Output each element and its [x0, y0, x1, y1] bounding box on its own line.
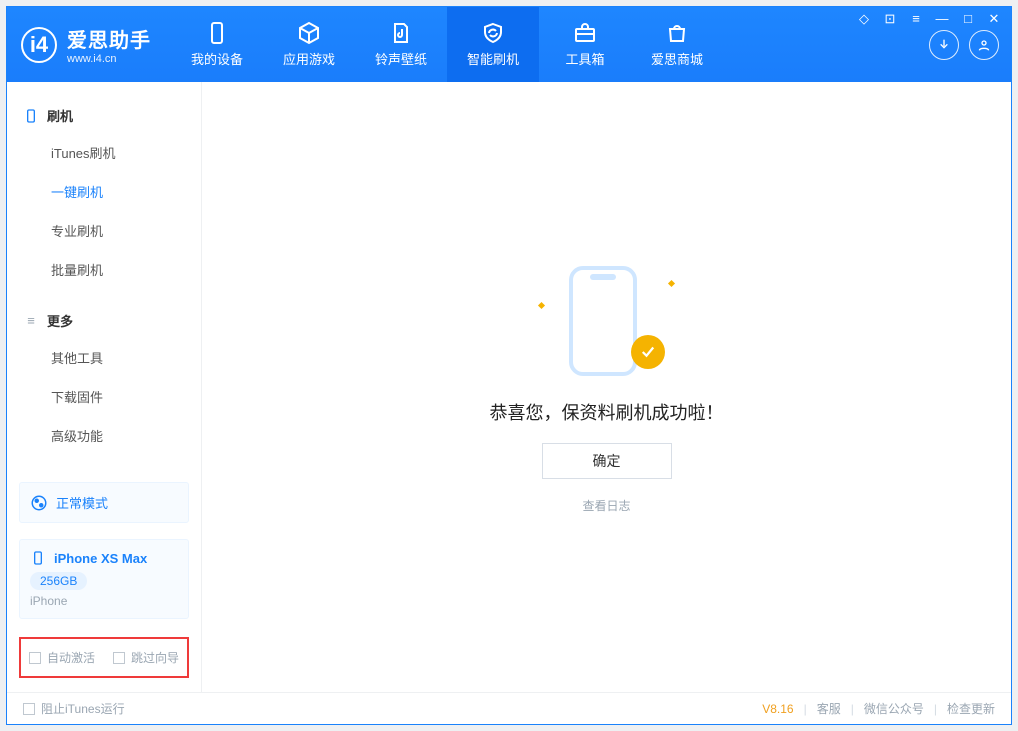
toolbox-icon — [573, 21, 597, 45]
checkbox-label: 自动激活 — [47, 649, 95, 666]
feedback-icon[interactable]: ⊡ — [881, 11, 899, 27]
sidebar-item-other-tools[interactable]: 其他工具 — [7, 338, 201, 377]
brand: i4 爱思助手 www.i4.cn — [7, 7, 171, 82]
minimize-button[interactable]: — — [933, 11, 951, 27]
bag-icon — [665, 21, 689, 45]
device-card[interactable]: iPhone XS Max 256GB iPhone — [19, 539, 189, 619]
section-label: 刷机 — [47, 106, 73, 125]
skin-icon[interactable]: ◇ — [855, 11, 873, 27]
sidebar-item-download-firmware[interactable]: 下载固件 — [7, 377, 201, 416]
device-name-label: iPhone XS Max — [54, 551, 147, 566]
nav-my-device[interactable]: 我的设备 — [171, 7, 263, 82]
close-button[interactable]: ✕ — [985, 11, 1003, 27]
device-storage-badge: 256GB — [30, 572, 87, 590]
check-badge-icon — [631, 335, 665, 369]
checkbox-icon — [29, 652, 41, 664]
nav-ringtone-wallpaper[interactable]: 铃声壁纸 — [355, 7, 447, 82]
nav-label: 我的设备 — [191, 49, 243, 68]
checkbox-label: 跳过向导 — [131, 649, 179, 666]
mode-label: 正常模式 — [56, 493, 108, 512]
checkbox-skip-guide[interactable]: 跳过向导 — [113, 649, 179, 666]
success-illustration — [547, 261, 667, 381]
mode-icon — [30, 494, 48, 512]
nav-store[interactable]: 爱思商城 — [631, 7, 723, 82]
sidebar-item-pro-flash[interactable]: 专业刷机 — [7, 211, 201, 250]
download-icon — [936, 37, 952, 53]
device-type-label: iPhone — [30, 594, 178, 608]
sidebar-section-flash: 刷机 — [7, 98, 201, 133]
flash-options-box: 自动激活 跳过向导 — [19, 637, 189, 678]
ok-button[interactable]: 确定 — [542, 443, 672, 479]
sidebar: 刷机 iTunes刷机 一键刷机 专业刷机 批量刷机 ≡ 更多 其他工具 下载固… — [7, 82, 202, 692]
sidebar-item-batch-flash[interactable]: 批量刷机 — [7, 250, 201, 289]
separator: | — [934, 702, 937, 716]
main-content: 恭喜您，保资料刷机成功啦！ 确定 查看日志 — [202, 82, 1011, 692]
version-label: V8.16 — [762, 702, 793, 716]
list-icon: ≡ — [23, 313, 39, 329]
device-icon — [23, 108, 39, 124]
top-nav: 我的设备 应用游戏 铃声壁纸 智能刷机 工具箱 爱思商城 — [171, 7, 723, 82]
checkbox-auto-activate[interactable]: 自动激活 — [29, 649, 95, 666]
checkbox-icon — [113, 652, 125, 664]
view-log-link[interactable]: 查看日志 — [582, 497, 630, 514]
section-label: 更多 — [47, 311, 73, 330]
success-message: 恭喜您，保资料刷机成功啦！ — [490, 399, 724, 425]
nav-label: 铃声壁纸 — [375, 49, 427, 68]
status-bar: 阻止iTunes运行 V8.16 | 客服 | 微信公众号 | 检查更新 — [7, 692, 1011, 724]
device-mode-card[interactable]: 正常模式 — [19, 482, 189, 523]
nav-label: 爱思商城 — [651, 49, 703, 68]
sidebar-section-more: ≡ 更多 — [7, 303, 201, 338]
nav-label: 应用游戏 — [283, 49, 335, 68]
phone-illustration-icon — [569, 266, 637, 376]
check-update-link[interactable]: 检查更新 — [947, 700, 995, 717]
music-file-icon — [389, 21, 413, 45]
sidebar-item-itunes-flash[interactable]: iTunes刷机 — [7, 133, 201, 172]
nav-smart-flash[interactable]: 智能刷机 — [447, 7, 539, 82]
separator: | — [851, 702, 854, 716]
brand-name: 爱思助手 — [67, 24, 151, 53]
sidebar-item-advanced[interactable]: 高级功能 — [7, 416, 201, 455]
account-button[interactable] — [969, 30, 999, 60]
brand-url: www.i4.cn — [67, 53, 151, 65]
refresh-shield-icon — [481, 21, 505, 45]
checkbox-block-itunes[interactable]: 阻止iTunes运行 — [23, 700, 125, 717]
support-link[interactable]: 客服 — [817, 700, 841, 717]
checkbox-icon — [23, 703, 35, 715]
sidebar-item-one-click-flash[interactable]: 一键刷机 — [7, 172, 201, 211]
download-manager-button[interactable] — [929, 30, 959, 60]
phone-small-icon — [30, 550, 46, 566]
separator: | — [804, 702, 807, 716]
nav-label: 工具箱 — [565, 49, 604, 68]
phone-icon — [205, 21, 229, 45]
window-controls: ◇ ⊡ ≡ — □ ✕ — [855, 11, 1003, 27]
nav-apps-games[interactable]: 应用游戏 — [263, 7, 355, 82]
nav-label: 智能刷机 — [467, 49, 519, 68]
menu-icon[interactable]: ≡ — [907, 11, 925, 27]
checkbox-label: 阻止iTunes运行 — [41, 700, 125, 717]
user-icon — [976, 37, 992, 53]
wechat-link[interactable]: 微信公众号 — [864, 700, 924, 717]
brand-logo-icon: i4 — [21, 27, 57, 63]
cube-icon — [297, 21, 321, 45]
nav-toolbox[interactable]: 工具箱 — [539, 7, 631, 82]
maximize-button[interactable]: □ — [959, 11, 977, 27]
